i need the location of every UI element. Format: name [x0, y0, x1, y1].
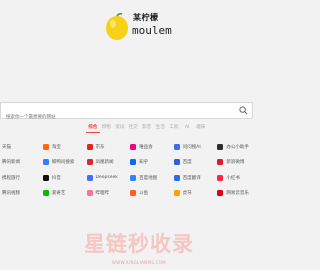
site-favicon-icon: [130, 143, 137, 150]
site-link-label: Deepseek: [95, 175, 118, 181]
site-link[interactable]: 天猫: [0, 144, 43, 150]
site-link-label: 鲸鸭问搜索: [51, 160, 75, 166]
tab-ai[interactable]: AI: [181, 124, 195, 132]
site-link[interactable]: 抖音: [42, 174, 87, 181]
site-link[interactable]: 知乎: [130, 159, 174, 166]
site-link[interactable]: 携程旅行: [0, 175, 43, 181]
site-link-label: 小红书: [226, 175, 240, 181]
site-favicon-icon: [217, 143, 224, 150]
tab-fun[interactable]: 趣味: [194, 124, 208, 132]
site-link-label: 新浪微博: [226, 160, 245, 166]
watermark-url: WWW.XINGLIANMS.COM: [112, 260, 166, 265]
site-favicon-icon: [217, 159, 224, 166]
tab-shopping[interactable]: 购物: [100, 124, 114, 132]
tab-tools[interactable]: 工具: [167, 124, 181, 132]
site-link[interactable]: 爱奇艺: [42, 190, 87, 197]
site-link-label: 哔哩哔: [95, 191, 110, 197]
site-link-label: 京东: [95, 144, 105, 150]
site-link-label: 腾讯视频: [2, 191, 20, 197]
tab-comprehensive[interactable]: 综合: [86, 124, 100, 133]
site-link[interactable]: 小红书: [217, 174, 261, 181]
site-logo[interactable]: 某柠檬 moulem: [104, 9, 176, 49]
site-link-label: 凤凰新闻: [95, 160, 114, 166]
site-favicon-icon: [217, 190, 224, 197]
site-link-label: 斗鱼: [139, 191, 149, 197]
brand-name-en: moulem: [132, 24, 172, 37]
site-link-label: 问问搜AI: [182, 144, 201, 150]
site-link-label: 腾讯新闻: [2, 160, 20, 166]
site-favicon-icon: [130, 190, 137, 197]
site-link-label: 唯品会: [139, 144, 153, 150]
site-favicon-icon: [42, 190, 49, 197]
site-link[interactable]: 凤凰新闻: [86, 159, 131, 166]
site-link[interactable]: 腾讯视频: [0, 190, 43, 196]
site-link[interactable]: 网易云音乐: [217, 190, 261, 197]
site-favicon-icon: [130, 159, 137, 166]
site-favicon-icon: [42, 174, 49, 181]
site-link[interactable]: 鲸鸭问搜索: [42, 159, 87, 166]
site-favicon-icon: [42, 143, 49, 150]
search-input[interactable]: [1, 110, 236, 125]
site-favicon-icon: [217, 174, 224, 181]
site-link[interactable]: 百度地图: [130, 174, 174, 181]
site-link[interactable]: 哔哩哔: [86, 190, 131, 197]
site-favicon-icon: [173, 190, 180, 197]
site-link-label: 知乎: [139, 160, 149, 166]
site-link[interactable]: 问问搜AI: [173, 143, 218, 150]
site-link-label: 抖音: [51, 175, 61, 181]
watermark-title: 星链秒收录: [84, 232, 194, 256]
site-favicon-icon: [173, 159, 180, 166]
search-bar: [0, 102, 253, 125]
site-link-grid: 天猫 淘宝 京东 唯品会 问问搜AI 办公小助手腾讯新闻 鲸鸭问搜索 凤凰新闻 知乎 百度 新浪微博…: [0, 139, 261, 201]
site-link[interactable]: 百度翻译: [173, 174, 218, 181]
site-favicon-icon: [42, 159, 49, 166]
site-link[interactable]: 京东: [86, 143, 131, 150]
link-row: 携程旅行 抖音 Deepseek 百度地图 百度翻译 小红书: [0, 170, 261, 186]
site-favicon-icon: [173, 174, 180, 181]
site-link[interactable]: 腾讯新闻: [0, 159, 43, 165]
site-link[interactable]: 唯品会: [130, 143, 174, 150]
site-link-label: 百度翻译: [182, 175, 201, 181]
site-link[interactable]: 新浪微博: [217, 159, 261, 166]
site-link-label: 爱奇艺: [51, 191, 66, 197]
site-link[interactable]: 斗鱼: [130, 190, 174, 197]
tab-news[interactable]: 资讯: [113, 124, 127, 132]
category-tabs: 综合 购物 资讯 社交 影音 生活 工具 AI 趣味: [86, 124, 208, 133]
site-link[interactable]: 淘宝: [42, 143, 87, 150]
site-link-label: 办公小助手: [226, 144, 249, 150]
link-row: 腾讯视频 爱奇艺 哔哩哔 斗鱼 虎牙 网易云音乐: [0, 186, 261, 202]
site-favicon-icon: [173, 143, 180, 150]
link-row: 腾讯新闻 鲸鸭问搜索 凤凰新闻 知乎 百度 新浪微博: [0, 155, 261, 171]
watermark: 星链秒收录 WWW.XINGLIANMS.COM: [64, 228, 214, 265]
site-link-label: 虎牙: [182, 191, 192, 197]
site-favicon-icon: [130, 174, 137, 181]
site-link[interactable]: Deepseek: [86, 174, 131, 181]
link-row: 天猫 淘宝 京东 唯品会 问问搜AI 办公小助手: [0, 139, 261, 155]
site-link-label: 天猫: [2, 144, 11, 150]
site-link-label: 淘宝: [51, 144, 61, 150]
site-link[interactable]: 百度: [173, 159, 218, 166]
site-favicon-icon: [86, 190, 93, 197]
site-link[interactable]: 办公小助手: [217, 143, 261, 150]
tab-life[interactable]: 生活: [154, 124, 168, 132]
lemon-logo-icon: [106, 13, 128, 40]
site-link-label: 百度地图: [139, 175, 158, 181]
site-link-label: 百度: [182, 160, 192, 166]
site-favicon-icon: [86, 174, 93, 181]
site-link-label: 网易云音乐: [226, 191, 249, 197]
site-link-label: 携程旅行: [2, 175, 20, 181]
brand-name-cn: 某柠檬: [133, 13, 159, 22]
site-link[interactable]: 虎牙: [173, 190, 218, 197]
site-favicon-icon: [86, 143, 93, 150]
tab-social[interactable]: 社交: [127, 124, 141, 132]
tab-video[interactable]: 影音: [140, 124, 154, 132]
search-icon[interactable]: [239, 106, 248, 115]
site-favicon-icon: [86, 159, 93, 166]
